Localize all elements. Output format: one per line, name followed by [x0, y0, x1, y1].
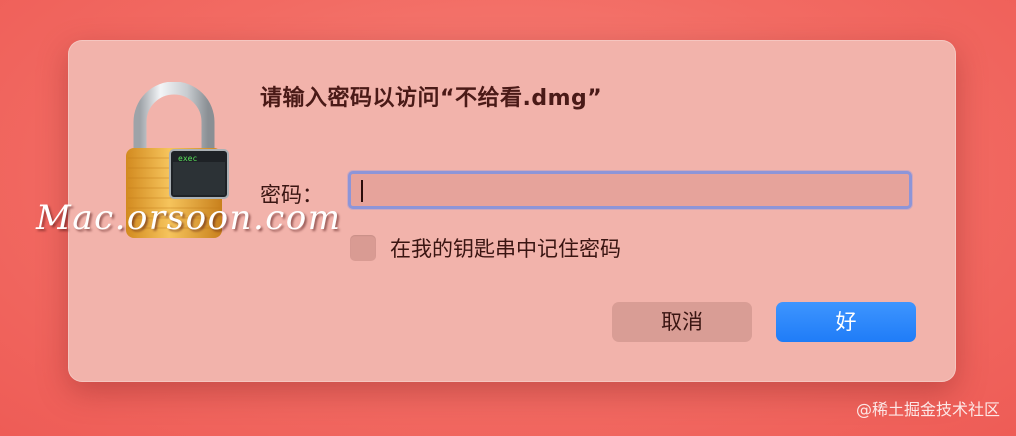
watermark: Mac.orsoon.com [36, 198, 342, 238]
cancel-button[interactable]: 取消 [612, 302, 752, 342]
remember-label: 在我的钥匙串中记住密码 [390, 237, 621, 261]
exec-label: exec [178, 154, 197, 163]
remember-checkbox[interactable] [350, 235, 376, 261]
text-caret [361, 180, 363, 202]
credit-text: @稀土掘金技术社区 [855, 400, 1000, 419]
remember-keychain-option[interactable]: 在我的钥匙串中记住密码 [350, 233, 621, 263]
ok-button[interactable]: 好 [776, 302, 916, 342]
dialog-title: 请输入密码以访问“不给看.dmg” [260, 86, 603, 111]
password-input[interactable] [348, 171, 912, 209]
